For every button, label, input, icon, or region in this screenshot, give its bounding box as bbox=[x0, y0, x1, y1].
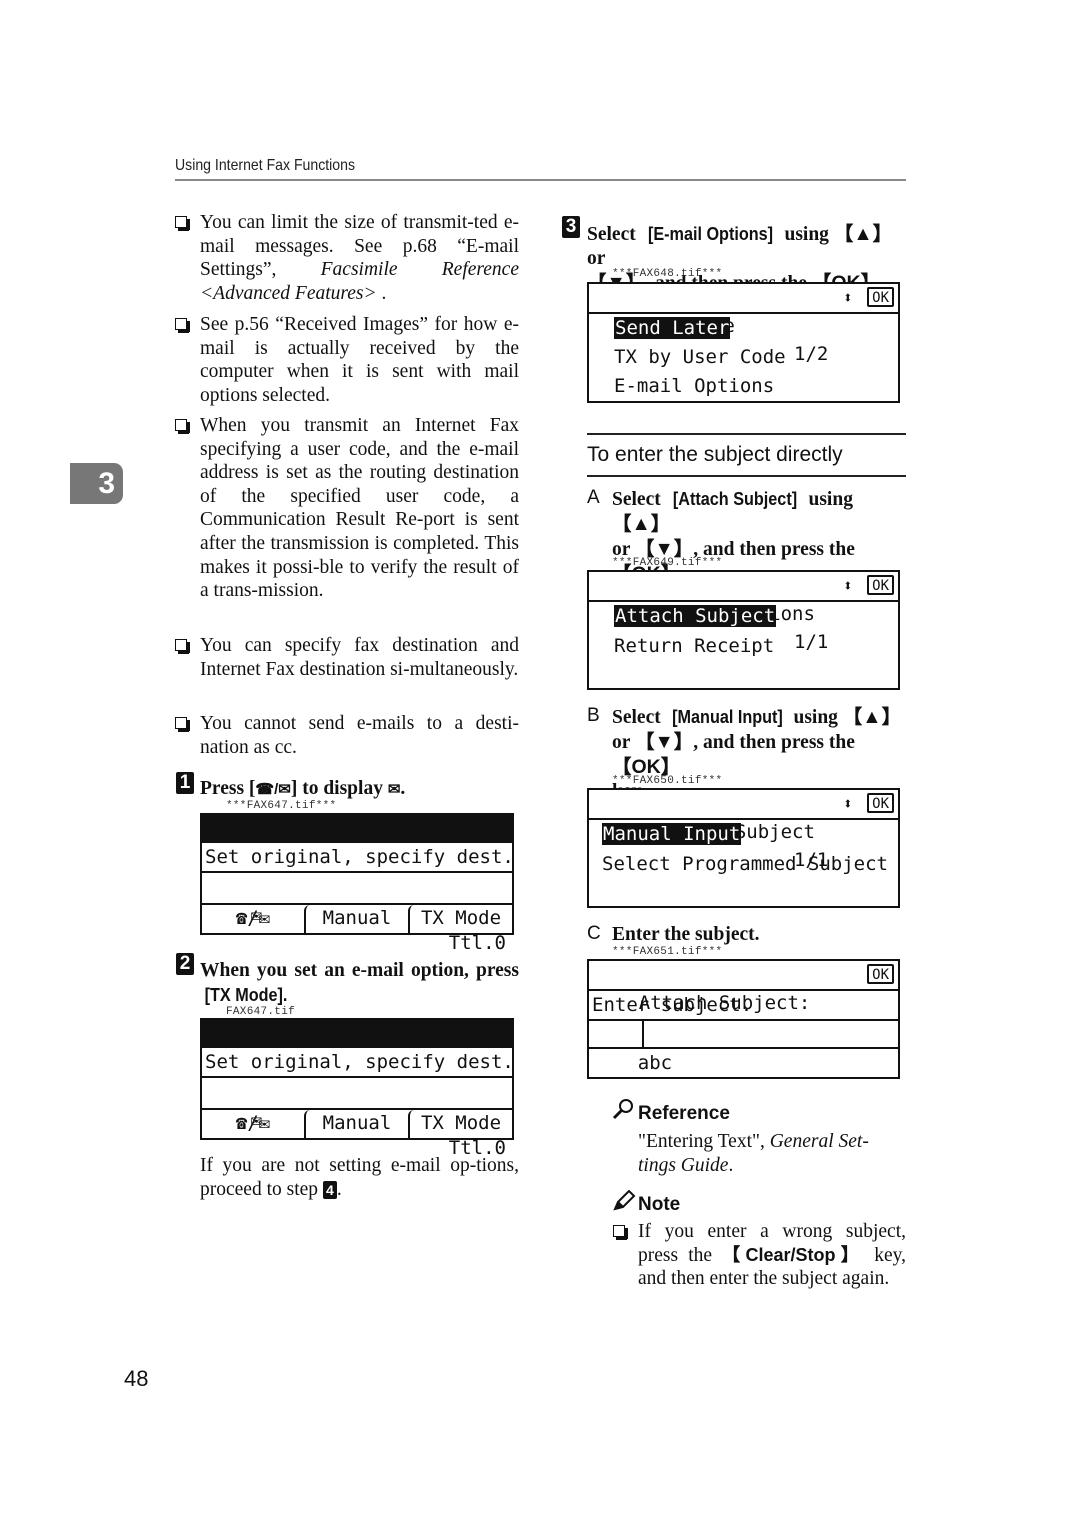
step-number-1: 1 bbox=[176, 772, 194, 794]
softkey-bar: ☎/✉ Manual TX Mode bbox=[202, 1108, 512, 1138]
lcd-title-bar: TX Mode 1/2 ⬍ OK bbox=[589, 284, 898, 365]
softkey-fax-email[interactable]: ☎/✉ bbox=[202, 905, 304, 933]
menu-item-attach-subject[interactable]: Attach Subject bbox=[589, 602, 898, 630]
menu-item-tx-by-user-code[interactable]: TX by User Code bbox=[589, 343, 898, 371]
status-bar: ⟳Ready 100% bbox=[202, 815, 512, 897]
lcd-prompt: Enter subject. bbox=[589, 991, 898, 1021]
step-number-3: 3 bbox=[562, 216, 580, 238]
reference-heading: Reference bbox=[638, 1103, 730, 1124]
checkbox-bullet-icon bbox=[175, 639, 190, 654]
lcd-title-bar: Attach Subject 1/1 ⬍ OK bbox=[589, 790, 898, 871]
step-number-2: 2 bbox=[176, 953, 194, 975]
menu-item-return-receipt[interactable]: Return Receipt bbox=[589, 632, 898, 660]
bullet-item: You can specify fax destination and Inte… bbox=[175, 634, 519, 681]
ok-key-icon: OK bbox=[867, 575, 894, 595]
figure-filename: ***FAX651.tif*** bbox=[612, 946, 723, 958]
lcd-message: Set original, specify dest. bbox=[202, 1048, 514, 1078]
magnifier-icon bbox=[612, 1097, 636, 1127]
lcd-ready-screen-2: ⟳Ready 100% Set original, specify dest. … bbox=[200, 1018, 514, 1159]
subject-input-field[interactable] bbox=[647, 1021, 896, 1047]
status-bar: ⟳Ready 100% bbox=[202, 1020, 512, 1102]
page-number: 48 bbox=[124, 1366, 149, 1391]
lcd-ready-screen-1: ⟳Ready 100% Set original, specify dest. … bbox=[200, 813, 514, 954]
softkey-manual[interactable]: Manual bbox=[304, 905, 408, 933]
menu-item-email-options[interactable]: E-mail Options bbox=[589, 372, 898, 400]
note-bullet: If you enter a wrong subject, press the … bbox=[613, 1220, 906, 1291]
input-mode-indicator: abc bbox=[637, 1052, 673, 1074]
checkbox-bullet-icon bbox=[175, 216, 190, 231]
bullet-item: When you transmit an Internet Fax specif… bbox=[175, 414, 519, 603]
reference-text: "Entering Text", General Set-tings Guide… bbox=[638, 1131, 869, 1176]
header-rule bbox=[175, 179, 906, 181]
menu-item-select-programmed-subject[interactable]: Select Programmed Subject bbox=[589, 850, 898, 878]
checkbox-bullet-icon bbox=[175, 419, 190, 434]
figure-filename: FAX647.tif bbox=[226, 1006, 296, 1018]
pencil-icon bbox=[612, 1189, 636, 1217]
email-mode-icon: ✉ bbox=[387, 782, 401, 798]
substep-letter-a: A bbox=[587, 487, 600, 508]
phone-email-key-icon: ☎/✉ bbox=[255, 781, 291, 798]
softkey-manual[interactable]: Manual bbox=[304, 1110, 408, 1138]
figure-filename: ***FAX647.tif*** bbox=[226, 800, 337, 812]
softkey-bar: ☎/✉ Manual TX Mode bbox=[202, 903, 512, 933]
section-rule-top bbox=[587, 433, 906, 435]
section-rule-bottom bbox=[587, 475, 906, 477]
ok-key-icon: OK bbox=[867, 964, 894, 984]
checkbox-bullet-icon bbox=[175, 318, 190, 333]
lcd-title-bar: E-mail Options 1/1 ⬍ OK bbox=[589, 572, 898, 653]
bullet-item: You can limit the size of transmit-ted e… bbox=[175, 211, 519, 305]
bullet-item: See p.56 “Received Images” for how e-mai… bbox=[175, 313, 519, 407]
menu-item-send-later[interactable]: Send Later bbox=[589, 314, 898, 342]
ok-key-icon: OK bbox=[867, 793, 894, 813]
checkbox-bullet-icon bbox=[613, 1225, 628, 1240]
up-down-arrows-icon: ⬍ bbox=[843, 794, 853, 813]
section-title: To enter the subject directly bbox=[587, 443, 843, 466]
softkey-fax-email[interactable]: ☎/✉ bbox=[202, 1110, 304, 1138]
figure-filename: ***FAX648.tif*** bbox=[612, 268, 723, 280]
step-2-followup: If you are not setting e-mail op-tions, … bbox=[200, 1155, 519, 1200]
figure-filename: ***FAX649.tif*** bbox=[612, 557, 723, 569]
lcd-title-bar: Attach Subject: OK bbox=[589, 961, 898, 1014]
up-down-arrows-icon: ⬍ bbox=[843, 576, 853, 595]
step-2-instruction: When you set an e-mail option, press [TX… bbox=[200, 960, 519, 1005]
softkey-tx-mode[interactable]: TX Mode bbox=[408, 1110, 512, 1138]
lcd-enter-subject-screen: Attach Subject: OK Enter subject. abc bbox=[587, 959, 900, 1079]
ok-key-icon: OK bbox=[867, 287, 894, 307]
substep-letter-b: B bbox=[587, 705, 600, 726]
note-heading: Note bbox=[638, 1194, 681, 1215]
input-divider bbox=[642, 1021, 644, 1047]
lcd-tx-mode-menu: TX Mode 1/2 ⬍ OK Send Later TX by User C… bbox=[587, 282, 900, 403]
menu-item-manual-input[interactable]: Manual Input bbox=[589, 820, 898, 848]
softkey-tx-mode[interactable]: TX Mode bbox=[408, 905, 512, 933]
lcd-email-options-menu: E-mail Options 1/1 ⬍ OK Attach Subject R… bbox=[587, 570, 900, 690]
subject-input-row: abc bbox=[589, 1021, 898, 1074]
running-header: Using Internet Fax Functions bbox=[175, 157, 356, 174]
up-down-arrows-icon: ⬍ bbox=[843, 288, 853, 307]
step-1-instruction: Press [☎/✉] to display ✉. bbox=[200, 778, 406, 799]
lcd-message: Set original, specify dest. bbox=[202, 843, 514, 873]
checkbox-bullet-icon bbox=[175, 717, 190, 732]
chapter-tab: 3 bbox=[70, 463, 123, 504]
figure-filename: ***FAX650.tif*** bbox=[612, 775, 723, 787]
substep-c-instruction: Enter the subject. bbox=[612, 924, 760, 945]
lcd-attach-subject-menu: Attach Subject 1/1 ⬍ OK Manual Input Sel… bbox=[587, 788, 900, 908]
substep-letter-c: C bbox=[587, 923, 601, 944]
bullet-item: You cannot send e-mails to a desti-natio… bbox=[175, 712, 519, 759]
step-ref-4: 4 bbox=[322, 1180, 337, 1199]
